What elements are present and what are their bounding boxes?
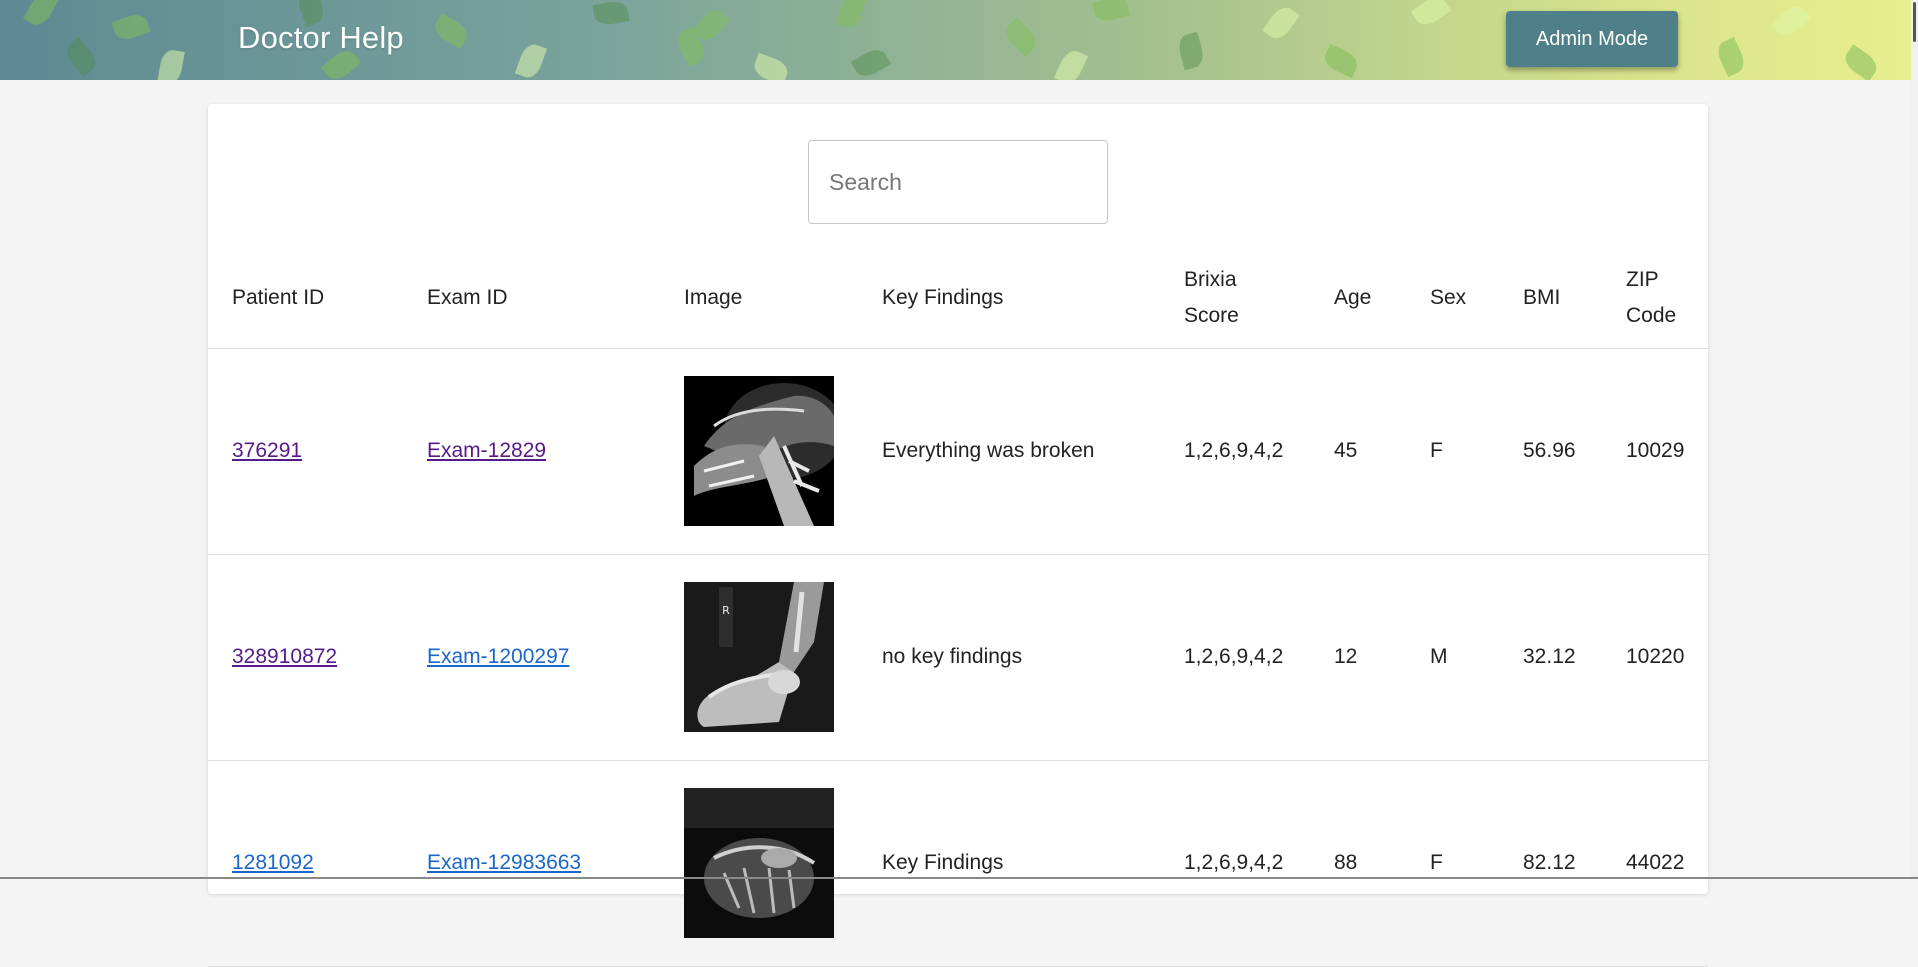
col-patient-id: Patient ID [232,285,325,309]
patient-id-link[interactable]: 376291 [232,439,302,462]
patients-table: Patient ID Exam ID Image Key Findings Br… [208,242,1708,967]
patients-card: Patient ID Exam ID Image Key Findings Br… [208,104,1708,966]
col-image: Image [684,285,743,309]
table-row: 328910872 Exam-1200297 R no key findings… [208,554,1708,760]
sex-cell: M [1430,645,1448,668]
zip-cell: 44022 [1626,851,1685,874]
foot-xray-image: R [684,582,834,732]
age-cell: 45 [1334,439,1358,462]
neck-xray-image [684,376,834,526]
sex-cell: F [1430,851,1443,874]
app-title: Doctor Help [238,20,404,55]
exam-id-link[interactable]: Exam-12829 [427,439,546,462]
exam-id-link[interactable]: Exam-12983663 [427,851,581,874]
key-findings-cell: Key Findings [882,851,1004,874]
bmi-cell: 32.12 [1523,645,1576,668]
scrollbar-thumb[interactable] [1913,2,1916,42]
svg-text:R: R [722,604,730,617]
vertical-scrollbar[interactable] [1911,0,1918,879]
age-cell: 88 [1334,851,1358,874]
app-header: Doctor Help Admin Mode [0,0,1911,80]
patient-id-link[interactable]: 328910872 [232,645,337,668]
col-zip-code: ZIP Code [1602,242,1708,348]
table-row: 376291 Exam-12829 Everything was broken [208,348,1708,554]
zip-header-line1: ZIP [1626,267,1659,291]
brixia-header-line2: Score [1184,303,1239,327]
bmi-cell: 56.96 [1523,439,1576,462]
brixia-header-line1: Brixia [1184,267,1237,291]
key-findings-cell: no key findings [882,645,1023,668]
admin-mode-button[interactable]: Admin Mode [1506,11,1678,67]
col-age: Age [1334,285,1372,309]
exam-id-link[interactable]: Exam-1200297 [427,645,569,668]
table-row: 1281092 Exam-12983663 Key Findings 1,2,6… [208,760,1708,966]
brixia-cell: 1,2,6,9,4,2 [1184,645,1284,668]
col-bmi: BMI [1523,285,1561,309]
bmi-cell: 82.12 [1523,851,1576,874]
age-cell: 12 [1334,645,1358,668]
brixia-cell: 1,2,6,9,4,2 [1184,439,1284,462]
col-exam-id: Exam ID [427,285,508,309]
zip-cell: 10220 [1626,645,1685,668]
search-input[interactable] [808,140,1108,224]
col-brixia-score: Brixia Score [1160,242,1310,348]
sex-cell: F [1430,439,1443,462]
col-sex: Sex [1430,285,1467,309]
table-header-row: Patient ID Exam ID Image Key Findings Br… [208,242,1708,348]
patient-id-link[interactable]: 1281092 [232,851,314,874]
zip-cell: 10029 [1626,439,1685,462]
col-key-findings: Key Findings [882,285,1004,309]
key-findings-cell: Everything was broken [882,439,1095,462]
zip-header-line2: Code [1626,303,1677,327]
brixia-cell: 1,2,6,9,4,2 [1184,851,1284,874]
chest-xray-image [684,788,834,938]
